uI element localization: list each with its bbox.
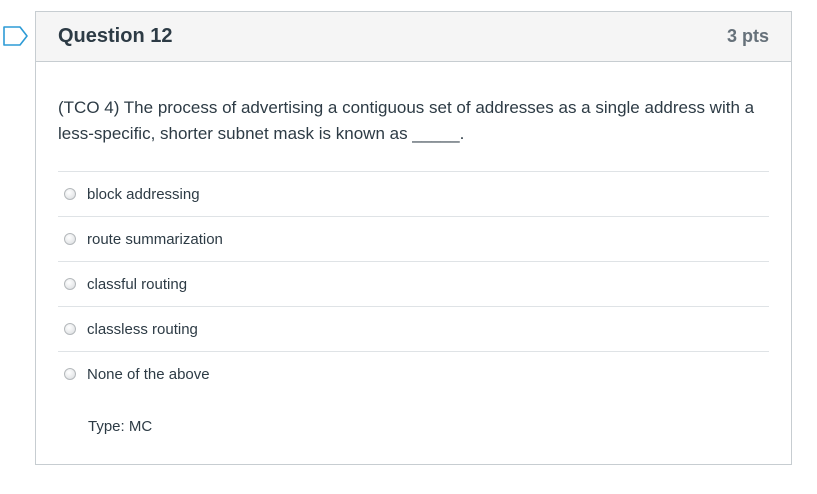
question-title: Question 12 [58,25,173,47]
question-text: (TCO 4) The process of advertising a con… [58,98,755,143]
radio-button[interactable] [64,188,76,200]
radio-button[interactable] [64,368,76,380]
answer-label[interactable]: classless routing [87,321,198,338]
question-body: (TCO 4) The process of advertising a con… [36,62,791,435]
radio-button[interactable] [64,323,76,335]
question-type-note: Type: MC [88,418,153,435]
answer-option[interactable]: route summarization [58,216,769,261]
question-points: 3 pts [726,26,769,46]
answer-option[interactable]: block addressing [58,171,769,216]
answer-option[interactable]: classful routing [58,261,769,306]
answer-option[interactable]: classless routing [58,306,769,351]
answer-label[interactable]: route summarization [87,231,223,248]
answer-list: block addressing route summarization cla… [58,171,769,396]
answer-option[interactable]: None of the above [58,351,769,396]
radio-button[interactable] [64,278,76,290]
answer-label[interactable]: classful routing [87,276,187,293]
bookmark-flag-icon[interactable] [3,26,29,46]
answer-label[interactable]: block addressing [87,186,200,203]
question-header: Question 12 3 pts [36,12,791,62]
question-card: Question 12 3 pts (TCO 4) The process of… [35,11,792,465]
answer-label[interactable]: None of the above [87,366,210,383]
radio-button[interactable] [64,233,76,245]
